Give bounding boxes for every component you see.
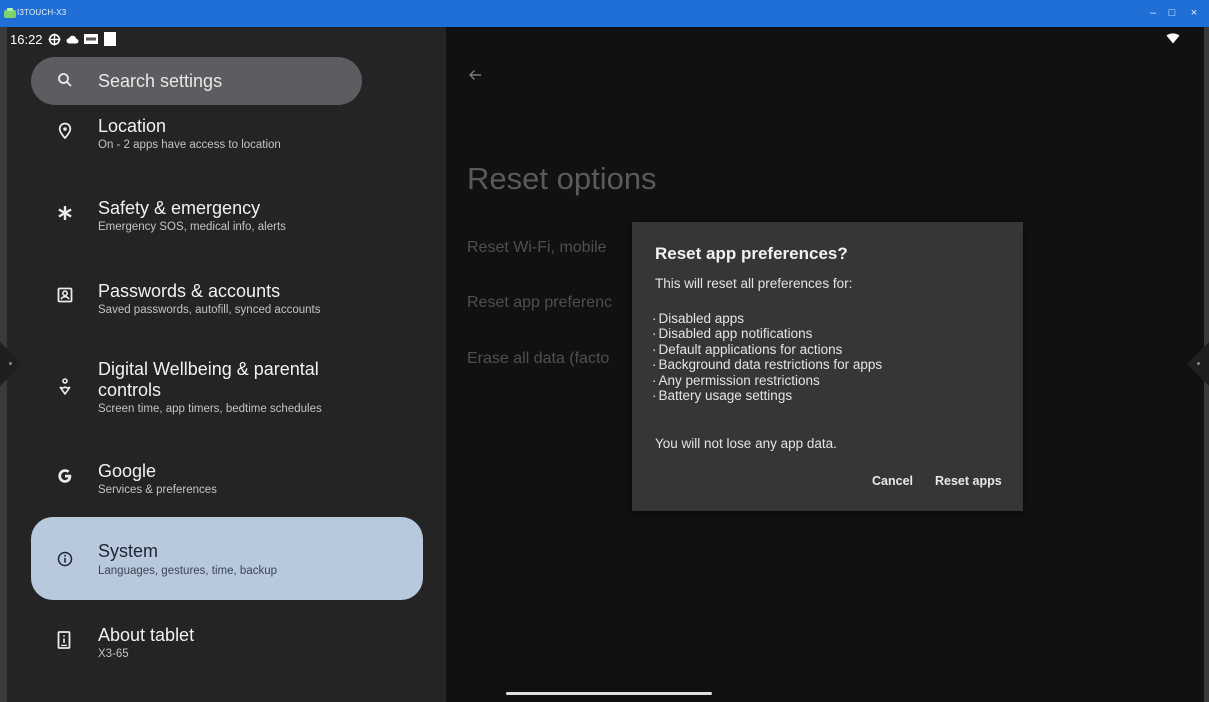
erase-all-data-option[interactable]: Erase all data (facto [467, 350, 609, 368]
dialog-note: You will not lose any app data. [655, 436, 837, 451]
reset-apps-button[interactable]: Reset apps [935, 474, 1002, 488]
maximize-button[interactable]: □ [1163, 5, 1181, 21]
list-item: Disabled app notifications [652, 326, 882, 341]
window-title-bar: I3TOUCH-X3 – □ × [0, 0, 1209, 27]
settings-item-title: Location [98, 116, 167, 136]
list-item: Default applications for actions [652, 342, 882, 357]
settings-gear-icon [48, 33, 61, 46]
dialog-intro: This will reset all preferences for: [655, 276, 853, 291]
settings-item-title-line1: Digital Wellbeing & parental [98, 359, 319, 379]
settings-item-subtitle: Services & preferences [98, 484, 217, 496]
reset-app-preferences-option[interactable]: Reset app preferenc [467, 294, 612, 312]
status-bar: 16:22 [7, 27, 1204, 51]
search-placeholder: Search settings [98, 71, 223, 91]
settings-item-safety-emergency[interactable]: Safety & emergency Emergency SOS, medica… [31, 193, 423, 243]
settings-item-location[interactable]: Location On - 2 apps have access to loca… [31, 111, 423, 161]
settings-item-about-tablet[interactable]: About tablet X3-65 [31, 620, 423, 670]
settings-item-title: Passwords & accounts [98, 281, 281, 301]
settings-item-title: About tablet [98, 625, 195, 645]
wifi-icon [1166, 33, 1180, 44]
window-title: I3TOUCH-X3 [17, 8, 67, 17]
list-item: Background data restrictions for apps [652, 357, 883, 372]
settings-item-passwords-accounts[interactable]: Passwords & accounts Saved passwords, au… [31, 276, 423, 326]
settings-item-google[interactable]: Google Services & preferences [31, 456, 423, 506]
tablet-info-icon [57, 631, 71, 649]
app-icon [4, 8, 16, 18]
right-handle-dot [1197, 362, 1200, 365]
settings-item-title: System [98, 541, 159, 561]
search-settings-bar[interactable]: Search settings [31, 57, 362, 105]
android-screen: Search settings Location On - 2 apps hav… [7, 27, 1204, 702]
settings-item-subtitle: On - 2 apps have access to location [98, 139, 281, 151]
list-item: Disabled apps [652, 311, 882, 326]
minimize-button[interactable]: – [1144, 5, 1162, 21]
reset-wifi-option[interactable]: Reset Wi-Fi, mobile [467, 239, 607, 257]
list-item: Any permission restrictions [652, 373, 882, 388]
settings-list-pane: Search settings Location On - 2 apps hav… [7, 27, 446, 702]
close-button[interactable]: × [1185, 5, 1203, 21]
settings-item-system[interactable]: System Languages, gestures, time, backup [31, 517, 423, 600]
location-pin-icon [58, 122, 72, 140]
settings-item-subtitle: Screen time, app timers, bedtime schedul… [98, 403, 322, 415]
asterisk-icon [58, 206, 72, 220]
google-g-icon [58, 469, 72, 483]
settings-item-title: Safety & emergency [98, 198, 261, 218]
account-box-icon [57, 287, 73, 303]
status-time: 16:22 [10, 32, 43, 47]
info-circle-icon [57, 551, 73, 567]
dvr-badge-icon [84, 34, 98, 44]
settings-item-title: Google [98, 461, 157, 481]
wellbeing-icon [59, 378, 71, 395]
settings-item-subtitle: X3-65 [98, 648, 129, 660]
settings-item-title-line2: controls [98, 380, 162, 400]
settings-item-subtitle: Saved passwords, autofill, synced accoun… [98, 304, 321, 316]
page-title: Reset options [467, 161, 657, 196]
list-item: Battery usage settings [652, 388, 882, 403]
cancel-button[interactable]: Cancel [872, 474, 913, 488]
settings-item-subtitle: Emergency SOS, medical info, alerts [98, 221, 286, 233]
gesture-nav-handle[interactable] [506, 692, 712, 695]
search-icon [58, 73, 72, 87]
dialog-title: Reset app preferences? [655, 244, 848, 263]
settings-item-digital-wellbeing[interactable]: Digital Wellbeing & parental controls Sc… [31, 356, 423, 422]
dialog-preferences-list: Disabled apps Disabled app notifications… [652, 311, 883, 403]
left-handle-dot [9, 362, 12, 365]
settings-item-subtitle: Languages, gestures, time, backup [98, 565, 278, 577]
screen-record-icon [104, 32, 116, 46]
reset-app-preferences-dialog: Reset app preferences? This will reset a… [632, 222, 1023, 511]
back-arrow-icon[interactable] [468, 69, 482, 81]
cloud-icon [66, 35, 79, 44]
